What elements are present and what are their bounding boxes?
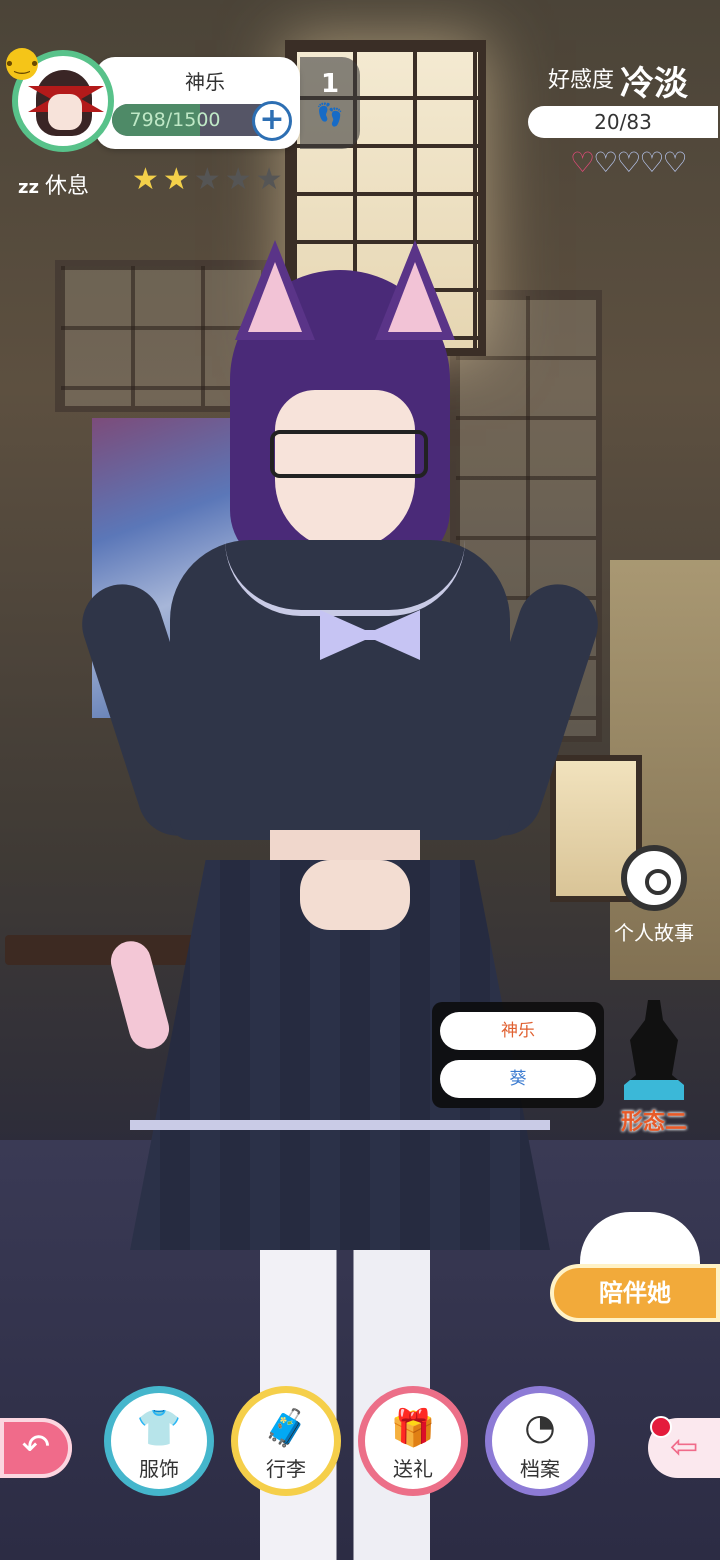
mood-neutral-icon: •‿• <box>4 48 40 80</box>
cat-tail <box>106 936 174 1054</box>
star-filled-icon: ★ <box>132 162 163 197</box>
heart-icon: ♡ <box>570 146 595 179</box>
heart-icon: ♡ <box>593 146 618 179</box>
personal-story-label: 个人故事 <box>614 921 694 945</box>
star-empty-icon: ★ <box>193 162 225 197</box>
affection-progress: 20/83 <box>528 106 718 138</box>
star-empty-icon: ★ <box>224 162 256 197</box>
gift-label: 送礼 <box>393 1457 433 1481</box>
variant-option-aoi[interactable]: 葵 <box>440 1060 596 1098</box>
outfit-button[interactable]: 👕 服饰 <box>104 1386 214 1496</box>
character-model[interactable] <box>71 240 609 1560</box>
footprints-icon: 👣 <box>316 103 344 128</box>
accompany-button[interactable]: 陪伴她 <box>550 1264 720 1322</box>
outfit-label: 服饰 <box>139 1457 179 1481</box>
star-empty-icon: ★ <box>255 162 287 197</box>
luggage-button[interactable]: 🧳 行李 <box>231 1386 341 1496</box>
steps-counter: 1 👣 <box>300 57 360 149</box>
personal-story-button[interactable]: 个人故事 <box>608 845 700 946</box>
character-glasses <box>270 430 428 478</box>
profile-file-button[interactable]: ◔ 档案 <box>485 1386 595 1496</box>
luggage-label: 行李 <box>266 1457 306 1481</box>
gift-icon: 🎁 <box>390 1408 436 1449</box>
affection-level: 冷淡 <box>620 64 688 104</box>
file-icon: ◔ <box>524 1407 556 1448</box>
back-arrow-icon: ↶ <box>21 1427 51 1467</box>
affection-label: 好感度 <box>548 68 615 93</box>
form-label: 形态二 <box>620 1110 687 1135</box>
sailor-collar <box>225 540 465 616</box>
character-hands <box>300 860 410 930</box>
sleep-zz-icon: zz <box>18 177 39 198</box>
file-label: 档案 <box>520 1457 560 1481</box>
affection-hearts: ♡♡♡♡♡ <box>570 146 688 179</box>
arrow-left-icon: ⇦ <box>669 1427 699 1467</box>
star-filled-icon: ★ <box>162 162 194 197</box>
form-switch-button[interactable]: 形态二 <box>612 1000 696 1136</box>
heart-icon: ♡ <box>616 146 641 179</box>
add-exp-button[interactable]: + <box>252 101 292 141</box>
back-button[interactable]: ↶ <box>0 1418 72 1478</box>
variant-menu: 神乐 葵 <box>432 1002 604 1108</box>
character-name: 神乐 <box>185 70 225 94</box>
silhouette-form-icon <box>624 1000 684 1100</box>
film-reel-cat-icon <box>621 845 687 911</box>
shirt-icon: 👕 <box>136 1408 182 1449</box>
variant-option-kagura[interactable]: 神乐 <box>440 1012 596 1050</box>
heart-icon: ♡ <box>662 146 687 179</box>
exp-text: 798/1500 <box>129 109 221 131</box>
heart-icon: ♡ <box>639 146 664 179</box>
star-rating: ★★★★★ <box>132 162 287 197</box>
notification-dot <box>650 1416 672 1438</box>
luggage-icon: 🧳 <box>263 1408 309 1449</box>
status-indicator: zz 休息 <box>18 168 89 200</box>
steps-count: 1 <box>320 69 340 99</box>
status-label: 休息 <box>44 174 89 199</box>
gift-button[interactable]: 🎁 送礼 <box>358 1386 468 1496</box>
skirt-stripe <box>130 1120 550 1130</box>
